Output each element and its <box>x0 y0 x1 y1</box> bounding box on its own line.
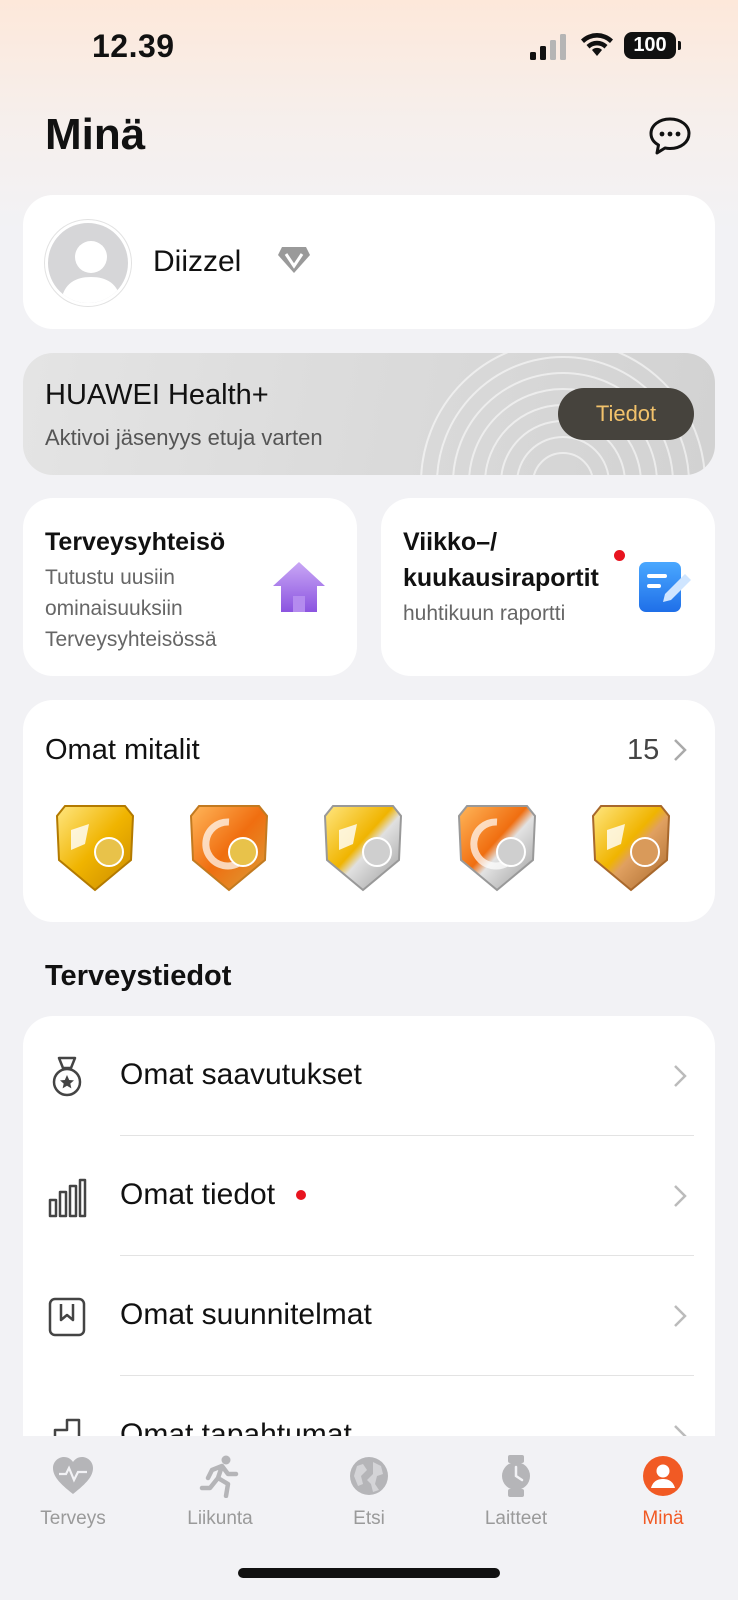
tab-label: Minä <box>642 1508 684 1529</box>
chevron-right-icon <box>674 1425 687 1436</box>
health-info-list: Omat saavutukset Omat tiedot Omat suunni… <box>23 1016 715 1436</box>
messages-icon[interactable] <box>648 116 692 156</box>
list-item-label: Omat tiedot <box>120 1178 276 1211</box>
health-community-tile[interactable]: Terveysyhteisö Tutustu uusiin ominaisuuk… <box>23 498 357 676</box>
tile-description-line: ominaisuuksiin <box>45 597 183 620</box>
tile-title-line: Viikko–/ <box>403 528 498 556</box>
medals-count: 15 <box>627 734 660 766</box>
section-title: Terveystiedot <box>45 960 232 992</box>
list-item-label: Omat tapahtumat <box>120 1418 352 1436</box>
profile-icon <box>643 1456 683 1496</box>
event-icon <box>53 1418 81 1436</box>
cellular-signal-icon <box>530 34 566 60</box>
tile-description-line: Terveysyhteisössä <box>45 628 217 651</box>
tab-label: Laitteet <box>484 1508 548 1529</box>
tile-description-line: Tutustu uusiin <box>45 566 175 589</box>
heart-icon <box>53 1457 93 1494</box>
tab-label: Liikunta <box>187 1508 253 1529</box>
default-avatar-icon <box>61 241 121 303</box>
list-item-plans[interactable]: Omat suunnitelmat <box>23 1256 715 1376</box>
tab-health[interactable]: Terveys <box>13 1454 133 1530</box>
health-plus-subtitle: Aktivoi jäsenyys etuja varten <box>45 425 323 450</box>
bookmark-icon <box>48 1297 86 1337</box>
list-item-achievements[interactable]: Omat saavutukset <box>23 1016 715 1136</box>
health-plus-banner[interactable]: HUAWEI Health+ Aktivoi jäsenyys etuja va… <box>23 353 715 475</box>
status-bar: 12.39 100 <box>0 0 738 90</box>
globe-icon <box>350 1457 388 1495</box>
list-item-my-data[interactable]: Omat tiedot <box>23 1136 715 1256</box>
tab-label: Etsi <box>353 1508 385 1529</box>
health-plus-title: HUAWEI Health+ <box>45 379 269 411</box>
medal-badge-bronze-20[interactable] <box>591 800 671 892</box>
tab-exercise[interactable]: Liikunta <box>160 1454 280 1530</box>
list-item-label: Omat saavutukset <box>120 1058 362 1091</box>
list-item-label: Omat suunnitelmat <box>120 1298 372 1331</box>
medal-badge-orange-gold-40[interactable] <box>189 800 269 892</box>
tab-me[interactable]: Minä <box>603 1454 723 1530</box>
watch-icon <box>502 1455 530 1497</box>
status-time: 12.39 <box>92 28 175 64</box>
medals-title: Omat mitalit <box>45 734 200 766</box>
medal-icon <box>52 1056 82 1097</box>
running-icon <box>199 1455 239 1498</box>
medals-card[interactable]: Omat mitalit 15 <box>23 700 715 922</box>
chevron-right-icon <box>674 739 687 761</box>
report-edit-icon <box>639 562 691 612</box>
notification-dot <box>614 550 625 561</box>
tile-description: huhtikuun raportti <box>403 602 566 625</box>
tab-discover[interactable]: Etsi <box>309 1454 429 1530</box>
bar-chart-icon <box>48 1178 87 1218</box>
battery-indicator: 100 <box>624 32 681 59</box>
details-button[interactable]: Tiedot <box>558 388 694 440</box>
home-indicator[interactable] <box>238 1568 500 1578</box>
medal-badge-orange-silver-30[interactable] <box>457 800 537 892</box>
wifi-icon <box>581 33 613 56</box>
tab-devices[interactable]: Laitteet <box>456 1454 576 1530</box>
list-item-events[interactable]: Omat tapahtumat <box>23 1376 715 1436</box>
notification-dot <box>296 1190 306 1200</box>
page-title: Minä <box>45 110 146 159</box>
vip-diamond-icon[interactable] <box>277 245 311 275</box>
username: Diizzel <box>153 245 242 278</box>
avatar[interactable] <box>45 220 131 306</box>
chevron-right-icon <box>674 1185 687 1207</box>
reports-tile[interactable]: Viikko–/ kuukausiraportit huhtikuun rapo… <box>381 498 715 676</box>
home-icon <box>273 562 325 612</box>
tile-title-line: kuukausiraportit <box>403 564 599 592</box>
medal-badge-silver-30[interactable] <box>323 800 403 892</box>
tab-label: Terveys <box>40 1508 106 1529</box>
medal-badge-gold-40[interactable] <box>55 800 135 892</box>
profile-card[interactable]: Diizzel <box>23 195 715 329</box>
battery-level: 100 <box>633 34 667 56</box>
tile-title: Terveysyhteisö <box>45 528 226 556</box>
chevron-right-icon <box>674 1065 687 1087</box>
chevron-right-icon <box>674 1305 687 1327</box>
